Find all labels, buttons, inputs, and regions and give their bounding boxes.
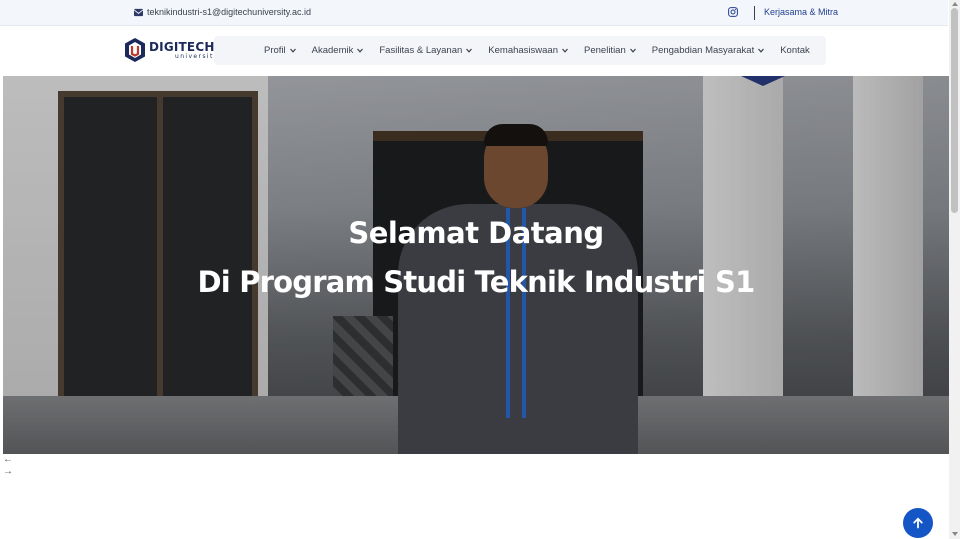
- scroll-down-arrow[interactable]: [952, 532, 958, 536]
- digitech-logo-mark: [125, 38, 145, 62]
- hero-title: Selamat Datang: [348, 216, 604, 250]
- nav-item-penelitian[interactable]: Penelitian: [584, 45, 636, 56]
- nav-item-label: Penelitian: [584, 45, 626, 56]
- chevron-down-icon: [289, 48, 296, 53]
- top-contact-bar: teknikindustri-s1@digitechuniversity.ac.…: [0, 0, 948, 26]
- nav-item-akademik[interactable]: Akademik: [312, 45, 364, 56]
- hero-subtitle: Di Program Studi Teknik Industri S1: [197, 265, 756, 299]
- email-text: teknikindustri-s1@digitechuniversity.ac.…: [147, 7, 312, 17]
- nav-item-pengabdian-masyarakat[interactable]: Pengabdian Masyarakat: [651, 45, 765, 56]
- chevron-down-icon: [357, 48, 364, 53]
- site-header: DIGITECH university Profil Akademik Fasi…: [0, 26, 948, 76]
- chevron-down-icon: [466, 48, 473, 53]
- page-scrollbar[interactable]: [949, 0, 960, 539]
- nav-item-label: Kemahasiswaan: [488, 45, 559, 56]
- main-navigation: Profil Akademik Fasilitas & Layanan Kema…: [214, 36, 826, 65]
- nav-item-profil[interactable]: Profil: [264, 45, 296, 56]
- nav-item-kontak[interactable]: Kontak: [780, 45, 810, 56]
- logo-brand-text: DIGITECH: [149, 39, 215, 54]
- partnership-link[interactable]: Kerjasama & Mitra: [764, 7, 838, 17]
- nav-item-label: Profil: [264, 45, 286, 56]
- scrollbar-thumb[interactable]: [951, 8, 958, 213]
- arrow-left-icon[interactable]: ←: [3, 455, 13, 465]
- nav-item-label: Pengabdian Masyarakat: [651, 45, 755, 56]
- hero-slider: Selamat Datang Di Program Studi Teknik I…: [3, 76, 949, 454]
- email-link[interactable]: teknikindustri-s1@digitechuniversity.ac.…: [134, 7, 311, 17]
- chevron-down-icon: [629, 48, 636, 53]
- logo-sub-text: university: [175, 52, 219, 60]
- instagram-icon[interactable]: [728, 7, 738, 17]
- scroll-up-arrow[interactable]: [952, 2, 958, 6]
- arrow-right-icon[interactable]: →: [3, 467, 13, 477]
- nav-item-label: Fasilitas & Layanan: [379, 45, 463, 56]
- chevron-down-icon: [758, 48, 765, 53]
- nav-item-kemahasiswaan[interactable]: Kemahasiswaan: [488, 45, 568, 56]
- topbar-divider: [754, 6, 755, 20]
- site-logo[interactable]: DIGITECH university: [124, 37, 219, 63]
- chevron-down-icon: [562, 48, 568, 53]
- envelope-icon: [134, 8, 143, 16]
- nav-item-label: Kontak: [780, 45, 810, 56]
- nav-item-label: Akademik: [311, 45, 354, 56]
- arrow-up-icon: [913, 517, 923, 529]
- back-to-top-button[interactable]: [903, 508, 933, 538]
- nav-item-fasilitas-layanan[interactable]: Fasilitas & Layanan: [379, 45, 473, 56]
